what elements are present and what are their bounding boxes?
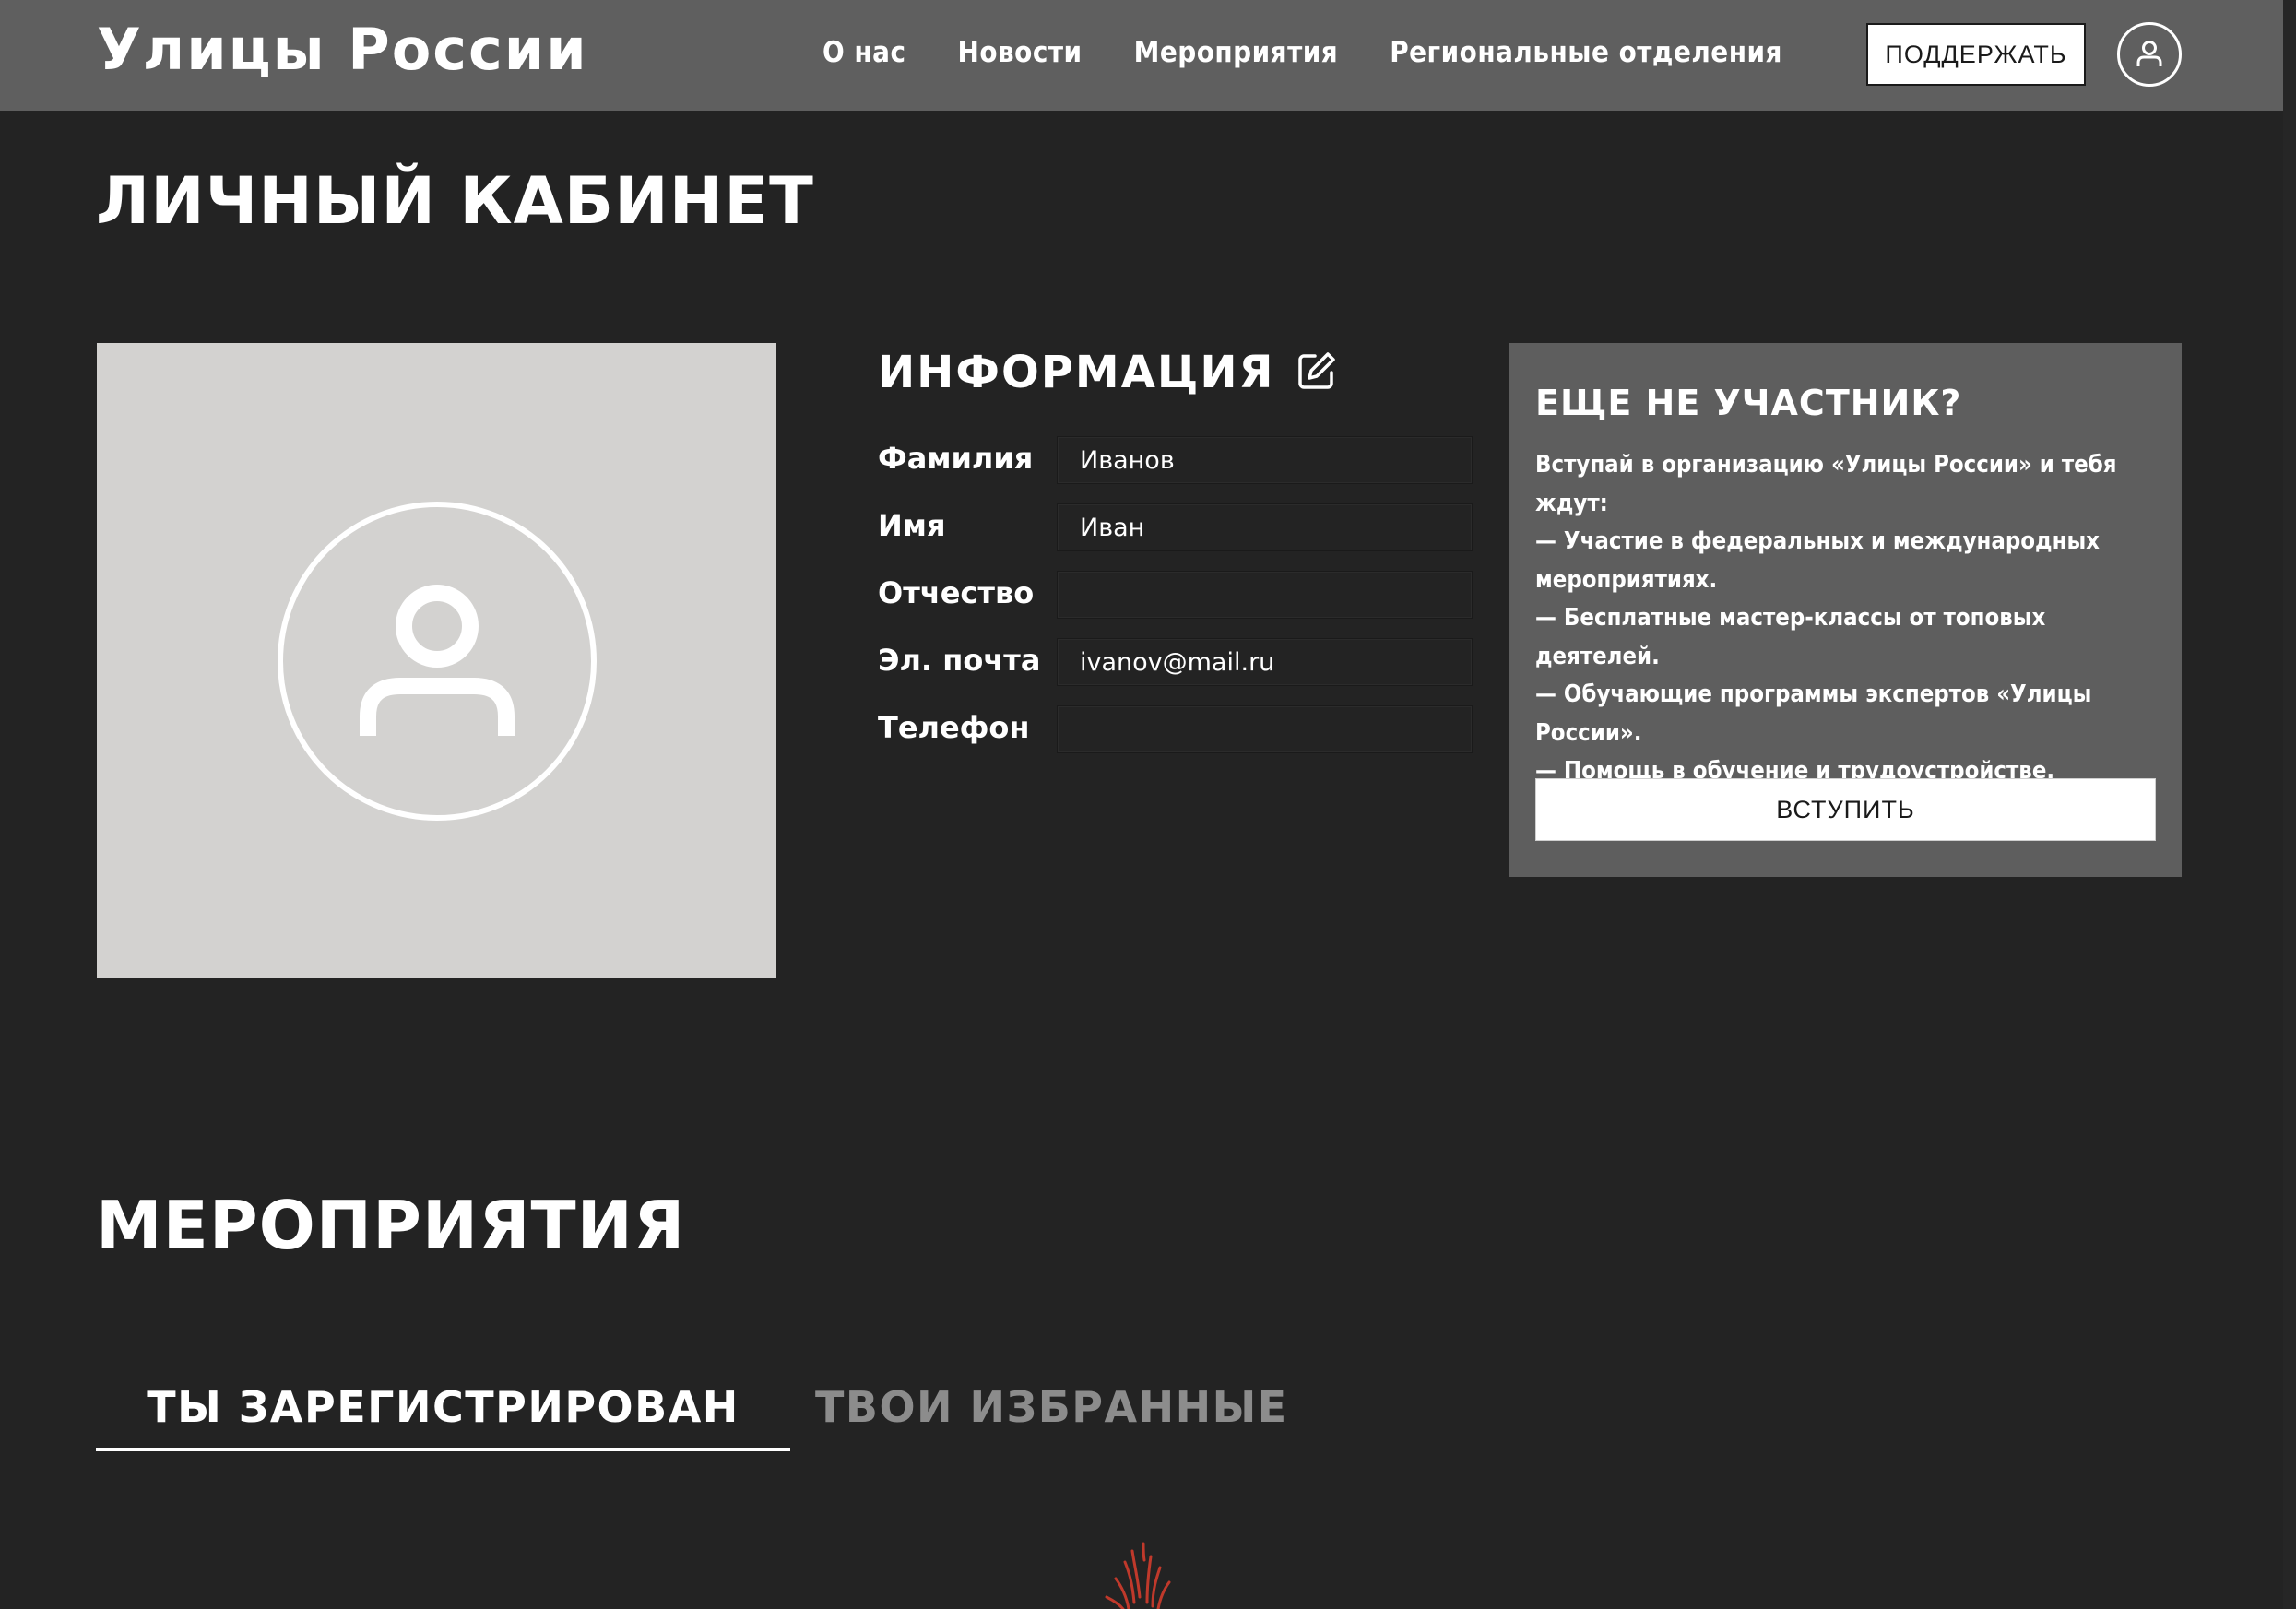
page-title: ЛИЧНЫЙ КАБИНЕТ	[96, 163, 814, 239]
field-row-email: Эл. почта	[878, 638, 1473, 688]
page-scrollbar[interactable]	[2283, 0, 2296, 1609]
user-circle-icon	[2136, 41, 2162, 66]
join-button[interactable]: ВСТУПИТЬ	[1535, 778, 2156, 841]
nav-link-events[interactable]: Мероприятия	[1134, 36, 1339, 69]
last-name-field[interactable]	[1057, 436, 1473, 484]
tab-registered[interactable]: ТЫ ЗАРЕГИСТРИРОВАН	[96, 1379, 790, 1451]
join-benefit-item: — Обучающие программы экспертов «Улицы Р…	[1535, 680, 2092, 747]
first-name-field[interactable]	[1057, 503, 1473, 551]
join-panel: ЕЩЕ НЕ УЧАСТНИК? Вступай в организацию «…	[1509, 343, 2182, 877]
last-name-label: Фамилия	[878, 441, 1034, 476]
join-benefits: Вступай в организацию «Улицы России» и т…	[1535, 446, 2162, 791]
join-benefit-item: — Бесплатные мастер-классы от топовых де…	[1535, 604, 2046, 670]
nav-link-about[interactable]: О нас	[823, 36, 906, 69]
decorative-sparks-icon	[1105, 1542, 1171, 1609]
site-logo[interactable]: Улицы России	[97, 13, 588, 87]
field-row-phone: Телефон	[878, 705, 1473, 755]
info-section-title: ИНФОРМАЦИЯ	[878, 347, 1275, 398]
join-benefit-item: — Участие в федеральных и международных …	[1535, 527, 2100, 594]
phone-label: Телефон	[878, 710, 1030, 745]
email-field[interactable]	[1057, 638, 1473, 686]
first-name-label: Имя	[878, 508, 946, 543]
nav-link-news[interactable]: Новости	[958, 36, 1083, 69]
join-title: ЕЩЕ НЕ УЧАСТНИК?	[1535, 383, 1962, 423]
avatar-placeholder[interactable]	[97, 343, 776, 978]
site-header: Улицы России О нас Новости Мероприятия Р…	[0, 0, 2283, 111]
profile-button[interactable]	[2117, 22, 2182, 87]
field-row-first-name: Имя	[878, 503, 1473, 553]
patronymic-field[interactable]	[1057, 571, 1473, 619]
field-row-last-name: Фамилия	[878, 436, 1473, 486]
tab-favorites[interactable]: ТВОИ ИЗБРАННЫЕ	[815, 1379, 1288, 1448]
nav-link-regional-branches[interactable]: Региональные отделения	[1390, 36, 1782, 69]
edit-icon[interactable]	[1296, 350, 1337, 391]
user-placeholder-icon	[277, 501, 597, 821]
events-section-title: МЕРОПРИЯТИЯ	[96, 1187, 686, 1264]
email-label: Эл. почта	[878, 643, 1041, 678]
main-nav: О нас Новости Мероприятия Региональные о…	[823, 30, 1782, 76]
patronymic-label: Отчество	[878, 575, 1035, 610]
phone-field[interactable]	[1057, 705, 1473, 753]
field-row-patronymic: Отчество	[878, 571, 1473, 621]
join-intro-text: Вступай в организацию «Улицы России» и т…	[1535, 451, 2117, 517]
support-button[interactable]: ПОДДЕРЖАТЬ	[1866, 23, 2086, 86]
